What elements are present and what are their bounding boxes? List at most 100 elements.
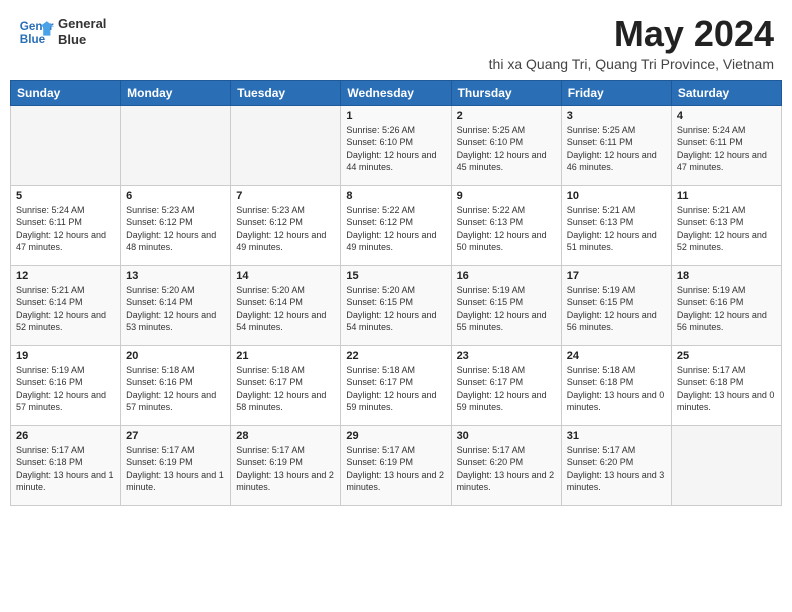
- calendar-cell: 28 Sunrise: 5:17 AMSunset: 6:19 PMDayligh…: [231, 425, 341, 505]
- day-info: Sunrise: 5:24 AMSunset: 6:11 PMDaylight:…: [16, 204, 115, 254]
- calendar-cell: 5 Sunrise: 5:24 AMSunset: 6:11 PMDaylight…: [11, 185, 121, 265]
- day-number: 6: [126, 190, 225, 202]
- day-number: 18: [677, 270, 776, 282]
- calendar-cell: 1 Sunrise: 5:26 AMSunset: 6:10 PMDaylight…: [341, 105, 451, 185]
- day-info: Sunrise: 5:26 AMSunset: 6:10 PMDaylight:…: [346, 124, 445, 174]
- day-header-tuesday: Tuesday: [231, 80, 341, 105]
- day-header-friday: Friday: [561, 80, 671, 105]
- calendar-cell: 20Sunrise: 5:18 AMSunset: 6:16 PMDayligh…: [121, 345, 231, 425]
- week-row-4: 19 Sunrise: 5:19 AMSunset: 6:16 PMDayligh…: [11, 345, 782, 425]
- calendar-cell: 18 Sunrise: 5:19 AMSunset: 6:16 PMDayligh…: [671, 265, 781, 345]
- day-info: Sunrise: 5:24 AMSunset: 6:11 PMDaylight:…: [677, 124, 776, 174]
- calendar-cell: 7 Sunrise: 5:23 AMSunset: 6:12 PMDaylight…: [231, 185, 341, 265]
- calendar-cell: 16Sunrise: 5:19 AMSunset: 6:15 PMDayligh…: [451, 265, 561, 345]
- calendar-cell: 4 Sunrise: 5:24 AMSunset: 6:11 PMDaylight…: [671, 105, 781, 185]
- day-info: Sunrise: 5:17 AMSunset: 6:20 PMDaylight:…: [567, 444, 666, 494]
- day-info: Sunrise: 5:17 AMSunset: 6:18 PMDaylight:…: [677, 364, 776, 414]
- calendar-cell: 10 Sunrise: 5:21 AMSunset: 6:13 PMDayligh…: [561, 185, 671, 265]
- day-number: 15: [346, 270, 445, 282]
- calendar-cell: 14 Sunrise: 5:20 AMSunset: 6:14 PMDayligh…: [231, 265, 341, 345]
- week-row-2: 5 Sunrise: 5:24 AMSunset: 6:11 PMDaylight…: [11, 185, 782, 265]
- day-info: Sunrise: 5:22 AMSunset: 6:12 PMDaylight:…: [346, 204, 445, 254]
- calendar-cell: 29 Sunrise: 5:17 AMSunset: 6:19 PMDayligh…: [341, 425, 451, 505]
- day-number: 24: [567, 350, 666, 362]
- day-number: 31: [567, 430, 666, 442]
- day-info: Sunrise: 5:20 AMSunset: 6:14 PMDaylight:…: [236, 284, 335, 334]
- logo: General Blue General Blue: [18, 14, 106, 50]
- month-title: May 2024: [489, 14, 774, 54]
- calendar-cell: 25Sunrise: 5:17 AMSunset: 6:18 PMDayligh…: [671, 345, 781, 425]
- day-info: Sunrise: 5:23 AMSunset: 6:12 PMDaylight:…: [236, 204, 335, 254]
- calendar-cell: [231, 105, 341, 185]
- day-header-saturday: Saturday: [671, 80, 781, 105]
- calendar-cell: 3 Sunrise: 5:25 AMSunset: 6:11 PMDaylight…: [561, 105, 671, 185]
- day-info: Sunrise: 5:19 AMSunset: 6:16 PMDaylight:…: [677, 284, 776, 334]
- week-row-5: 26Sunrise: 5:17 AMSunset: 6:18 PMDayligh…: [11, 425, 782, 505]
- calendar-table: SundayMondayTuesdayWednesdayThursdayFrid…: [10, 80, 782, 506]
- day-info: Sunrise: 5:19 AMSunset: 6:16 PMDaylight:…: [16, 364, 115, 414]
- calendar-cell: 22 Sunrise: 5:18 AMSunset: 6:17 PMDayligh…: [341, 345, 451, 425]
- day-number: 22: [346, 350, 445, 362]
- day-info: Sunrise: 5:19 AMSunset: 6:15 PMDaylight:…: [567, 284, 666, 334]
- day-header-sunday: Sunday: [11, 80, 121, 105]
- calendar-cell: 15 Sunrise: 5:20 AMSunset: 6:15 PMDayligh…: [341, 265, 451, 345]
- calendar-cell: 9 Sunrise: 5:22 AMSunset: 6:13 PMDaylight…: [451, 185, 561, 265]
- calendar-cell: 12 Sunrise: 5:21 AMSunset: 6:14 PMDayligh…: [11, 265, 121, 345]
- day-header-monday: Monday: [121, 80, 231, 105]
- calendar-cell: 13 Sunrise: 5:20 AMSunset: 6:14 PMDayligh…: [121, 265, 231, 345]
- calendar-cell: 11 Sunrise: 5:21 AMSunset: 6:13 PMDayligh…: [671, 185, 781, 265]
- day-number: 23: [457, 350, 556, 362]
- logo-icon: General Blue: [18, 14, 54, 50]
- day-number: 29: [346, 430, 445, 442]
- day-info: Sunrise: 5:17 AMSunset: 6:19 PMDaylight:…: [346, 444, 445, 494]
- day-number: 13: [126, 270, 225, 282]
- day-info: Sunrise: 5:21 AMSunset: 6:14 PMDaylight:…: [16, 284, 115, 334]
- calendar-cell: 21 Sunrise: 5:18 AMSunset: 6:17 PMDayligh…: [231, 345, 341, 425]
- day-number: 26: [16, 430, 115, 442]
- day-number: 12: [16, 270, 115, 282]
- day-number: 20: [126, 350, 225, 362]
- day-info: Sunrise: 5:17 AMSunset: 6:20 PMDaylight:…: [457, 444, 556, 494]
- day-number: 5: [16, 190, 115, 202]
- calendar-cell: 30Sunrise: 5:17 AMSunset: 6:20 PMDayligh…: [451, 425, 561, 505]
- calendar-cell: 31 Sunrise: 5:17 AMSunset: 6:20 PMDayligh…: [561, 425, 671, 505]
- day-number: 14: [236, 270, 335, 282]
- calendar-cell: 17 Sunrise: 5:19 AMSunset: 6:15 PMDayligh…: [561, 265, 671, 345]
- calendar-cell: 27Sunrise: 5:17 AMSunset: 6:19 PMDayligh…: [121, 425, 231, 505]
- day-number: 7: [236, 190, 335, 202]
- calendar-cell: [671, 425, 781, 505]
- day-number: 9: [457, 190, 556, 202]
- day-info: Sunrise: 5:18 AMSunset: 6:17 PMDaylight:…: [346, 364, 445, 414]
- day-number: 4: [677, 110, 776, 122]
- day-number: 19: [16, 350, 115, 362]
- calendar-cell: 26Sunrise: 5:17 AMSunset: 6:18 PMDayligh…: [11, 425, 121, 505]
- calendar-cell: [11, 105, 121, 185]
- calendar-cell: 24Sunrise: 5:18 AMSunset: 6:18 PMDayligh…: [561, 345, 671, 425]
- day-info: Sunrise: 5:22 AMSunset: 6:13 PMDaylight:…: [457, 204, 556, 254]
- day-info: Sunrise: 5:17 AMSunset: 6:19 PMDaylight:…: [236, 444, 335, 494]
- day-info: Sunrise: 5:21 AMSunset: 6:13 PMDaylight:…: [567, 204, 666, 254]
- day-info: Sunrise: 5:25 AMSunset: 6:11 PMDaylight:…: [567, 124, 666, 174]
- day-number: 17: [567, 270, 666, 282]
- day-number: 11: [677, 190, 776, 202]
- day-number: 3: [567, 110, 666, 122]
- day-number: 1: [346, 110, 445, 122]
- day-number: 21: [236, 350, 335, 362]
- day-info: Sunrise: 5:20 AMSunset: 6:14 PMDaylight:…: [126, 284, 225, 334]
- day-number: 10: [567, 190, 666, 202]
- day-info: Sunrise: 5:20 AMSunset: 6:15 PMDaylight:…: [346, 284, 445, 334]
- day-number: 28: [236, 430, 335, 442]
- calendar-cell: 8 Sunrise: 5:22 AMSunset: 6:12 PMDaylight…: [341, 185, 451, 265]
- week-row-1: 1 Sunrise: 5:26 AMSunset: 6:10 PMDaylight…: [11, 105, 782, 185]
- logo-text: General Blue: [58, 16, 106, 47]
- day-number: 27: [126, 430, 225, 442]
- calendar-cell: [121, 105, 231, 185]
- day-number: 8: [346, 190, 445, 202]
- title-block: May 2024 thi xa Quang Tri, Quang Tri Pro…: [489, 14, 774, 72]
- day-info: Sunrise: 5:18 AMSunset: 6:17 PMDaylight:…: [236, 364, 335, 414]
- day-info: Sunrise: 5:21 AMSunset: 6:13 PMDaylight:…: [677, 204, 776, 254]
- calendar-cell: 23Sunrise: 5:18 AMSunset: 6:17 PMDayligh…: [451, 345, 561, 425]
- day-info: Sunrise: 5:25 AMSunset: 6:10 PMDaylight:…: [457, 124, 556, 174]
- location-title: thi xa Quang Tri, Quang Tri Province, Vi…: [489, 56, 774, 72]
- calendar-cell: 19 Sunrise: 5:19 AMSunset: 6:16 PMDayligh…: [11, 345, 121, 425]
